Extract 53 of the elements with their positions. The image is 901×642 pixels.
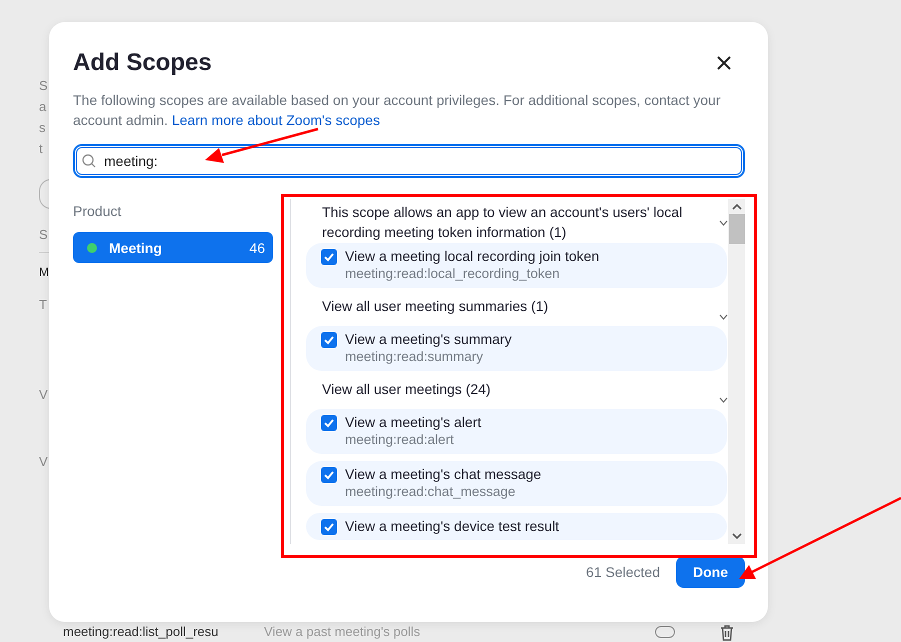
- scope-name: meeting:read:summary: [345, 348, 484, 366]
- description-text: S: [39, 77, 48, 95]
- scope-name: meeting:read:local_recording_token: [345, 265, 561, 283]
- group-title: View all user meetings (24): [322, 380, 492, 399]
- checkbox[interactable]: [321, 249, 337, 265]
- scope-item[interactable]: View a meeting's summary meeting:read:summary: [306, 326, 727, 371]
- scope-name: meeting:read:chat_message: [345, 483, 516, 501]
- scrollbar-thumb[interactable]: [728, 214, 744, 244]
- section-label: S: [39, 227, 48, 242]
- scope-label: View a meeting's summary: [345, 330, 512, 348]
- scrollbar[interactable]: [728, 199, 745, 544]
- tab-label[interactable]: M: [39, 265, 49, 279]
- note-text: T: [39, 297, 47, 312]
- dialog-title: Add Scopes: [73, 48, 212, 78]
- scope-name: meeting:read:list_poll_resu: [63, 624, 220, 640]
- selected-count: 61 Selected: [586, 564, 660, 580]
- scope-name: meeting:read:alert: [345, 431, 455, 449]
- scope-item[interactable]: View a meeting's alert meeting:read:alert: [306, 409, 727, 454]
- close-button[interactable]: [717, 56, 731, 70]
- close-icon: [717, 56, 731, 70]
- chevron-down-icon[interactable]: [719, 220, 728, 226]
- search-field[interactable]: meeting:: [73, 144, 745, 178]
- checkbox[interactable]: [321, 467, 337, 483]
- group-title: View all user meeting summaries (1): [322, 297, 550, 316]
- row-text: V: [39, 454, 48, 469]
- scope-description: View a past meeting's polls: [264, 624, 420, 640]
- status-dot: [87, 242, 97, 252]
- dialog-description: The following scopes are available based on your account privileges. For additional scopes, contact your account admin. Learn more about Zoom's scopes: [73, 91, 722, 130]
- scope-label: View a meeting's alert: [345, 413, 482, 431]
- search-icon: [82, 154, 96, 168]
- toggle-icon[interactable]: [655, 626, 675, 638]
- description-text: s: [39, 119, 46, 137]
- scope-label: View a meeting local recording join token: [345, 247, 600, 265]
- scope-label: View a meeting's device test result: [345, 517, 560, 535]
- chevron-up-icon[interactable]: [732, 203, 742, 211]
- scope-item[interactable]: View a meeting's device test result: [306, 513, 727, 540]
- chevron-down-icon[interactable]: [732, 532, 742, 540]
- chevron-down-icon[interactable]: [719, 397, 728, 403]
- chevron-down-icon[interactable]: [719, 314, 728, 320]
- description-text: t: [39, 140, 43, 158]
- scope-item[interactable]: View a meeting local recording join token meeting:read:local_recording_token: [306, 243, 727, 288]
- row-text: V: [39, 387, 48, 402]
- checkbox[interactable]: [321, 519, 337, 535]
- scope-label: View a meeting's chat message: [345, 465, 542, 483]
- product-item[interactable]: Meeting 46: [73, 232, 273, 263]
- description-text: a: [39, 98, 46, 116]
- group-title: This scope allows an app to view an account's users' local recording meeting token information (1): [322, 203, 684, 242]
- product-heading: Product: [73, 203, 122, 219]
- scope-item[interactable]: View a meeting's chat message meeting:read:chat_message: [306, 461, 727, 506]
- trash-icon[interactable]: [720, 625, 734, 641]
- learn-more-link[interactable]: Learn more about Zoom's scopes: [172, 112, 380, 128]
- checkbox[interactable]: [321, 332, 337, 348]
- checkbox[interactable]: [321, 415, 337, 431]
